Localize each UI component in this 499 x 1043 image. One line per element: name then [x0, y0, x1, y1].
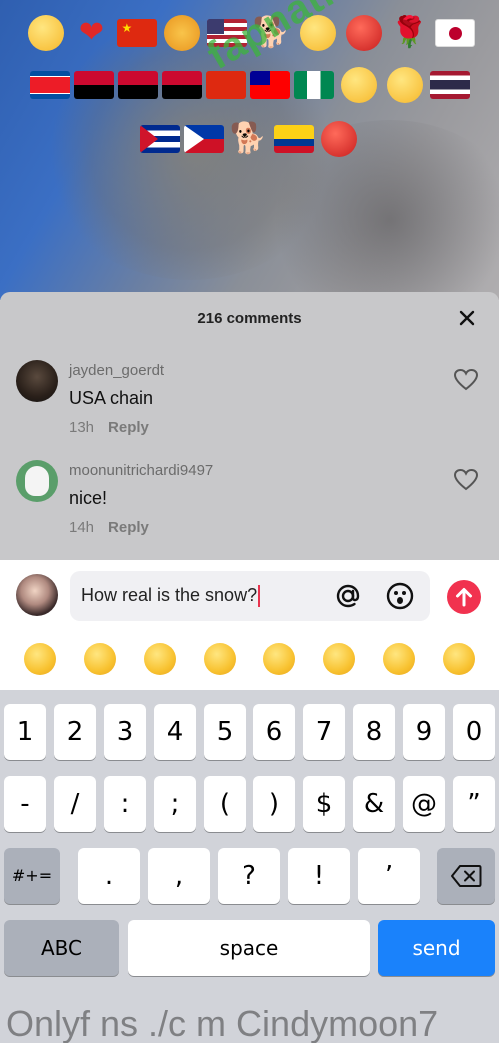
- emoji-overlay-row-3: 🐕: [0, 118, 499, 160]
- key-colon[interactable]: :: [104, 776, 146, 832]
- key-send[interactable]: send: [378, 920, 495, 976]
- flag-cuba-icon: [139, 125, 180, 153]
- smile-icon[interactable]: [385, 581, 415, 611]
- key-period[interactable]: .: [78, 848, 140, 904]
- comment-meta: 13h Reply: [69, 419, 149, 436]
- key-8[interactable]: 8: [353, 704, 395, 760]
- flag-angola-icon: [117, 71, 158, 99]
- reply-button[interactable]: Reply: [108, 419, 149, 436]
- smiling-face-hearts-icon[interactable]: [83, 643, 116, 675]
- comments-count-title: 216 comments: [197, 310, 302, 327]
- key-4[interactable]: 4: [154, 704, 196, 760]
- key-6[interactable]: 6: [253, 704, 295, 760]
- key-1[interactable]: 1: [4, 704, 46, 760]
- key-7[interactable]: 7: [303, 704, 345, 760]
- heart-icon[interactable]: [453, 468, 479, 492]
- quick-emoji-row: [0, 628, 499, 690]
- send-comment-button[interactable]: [447, 580, 481, 614]
- comment-time: 14h: [69, 519, 95, 536]
- key-2[interactable]: 2: [54, 704, 96, 760]
- flag-japan-icon: [434, 19, 475, 47]
- key-exclamation[interactable]: !: [288, 848, 350, 904]
- key-open-paren[interactable]: (: [204, 776, 246, 832]
- footer-watermark: Onlyf ns ./c m Cindymoon7: [6, 1003, 439, 1043]
- close-icon[interactable]: [457, 308, 477, 328]
- key-space[interactable]: space: [128, 920, 370, 976]
- comment-item: moonunitrichardi9497 nice! 14h Reply: [0, 456, 499, 546]
- flag-taiwan-icon: [249, 71, 290, 99]
- comment-input-text[interactable]: How real is the snow?: [81, 585, 261, 608]
- comment-item: jayden_goerdt USA chain 13h Reply: [0, 356, 499, 446]
- text-caret: [258, 585, 261, 608]
- key-ampersand[interactable]: &: [353, 776, 395, 832]
- key-at[interactable]: @: [403, 776, 445, 832]
- comments-sheet: 216 comments jayden_goerdt USA chain 13h…: [0, 292, 499, 560]
- flag-nigeria-icon: [293, 71, 334, 99]
- key-slash[interactable]: /: [54, 776, 96, 832]
- avatar[interactable]: [16, 460, 58, 502]
- red-heart-icon: ❤: [78, 15, 105, 50]
- key-apostrophe[interactable]: ’: [358, 848, 420, 904]
- comment-time: 13h: [69, 419, 95, 436]
- grinning-face-icon[interactable]: [23, 643, 56, 675]
- red-apple-icon: [320, 121, 357, 157]
- rofl-face-icon: [386, 67, 423, 103]
- flag-philippines-icon: [183, 125, 224, 153]
- key-abc[interactable]: ABC: [4, 920, 119, 976]
- key-comma[interactable]: ,: [148, 848, 210, 904]
- key-dollar[interactable]: $: [303, 776, 345, 832]
- reply-button[interactable]: Reply: [108, 519, 149, 536]
- relieved-face-icon[interactable]: [443, 643, 476, 675]
- pleading-face-icon: [340, 67, 377, 103]
- pleading-face-icon[interactable]: [383, 643, 416, 675]
- key-hyphen[interactable]: -: [4, 776, 46, 832]
- flushed-face-icon[interactable]: [203, 643, 236, 675]
- comment-meta: 14h Reply: [69, 519, 149, 536]
- red-apple-icon: [345, 15, 382, 51]
- backspace-icon: [451, 865, 482, 887]
- comment-text: USA chain: [69, 388, 154, 408]
- comment-composer: How real is the snow?: [0, 560, 499, 628]
- tears-of-joy-icon[interactable]: [143, 643, 176, 675]
- comment-text: nice!: [69, 488, 108, 508]
- key-close-paren[interactable]: ): [253, 776, 295, 832]
- heart-icon[interactable]: [453, 368, 479, 392]
- smiling-face-hearts-icon: [27, 15, 64, 51]
- comment-input[interactable]: How real is the snow?: [70, 571, 430, 621]
- emoji-overlay-row-2: [0, 64, 499, 106]
- flag-colombia-icon: [273, 125, 314, 153]
- flag-angola-icon: [161, 71, 202, 99]
- key-0[interactable]: 0: [453, 704, 495, 760]
- dog-icon: 🐕: [229, 121, 268, 156]
- key-quote[interactable]: ”: [453, 776, 495, 832]
- sweat-smile-icon[interactable]: [323, 643, 356, 675]
- avatar[interactable]: [16, 360, 58, 402]
- key-more-symbols[interactable]: #+=: [4, 848, 60, 904]
- tiger-face-icon: [163, 15, 200, 51]
- key-semicolon[interactable]: ;: [154, 776, 196, 832]
- arrow-up-icon: [456, 588, 472, 607]
- flag-thailand-icon: [429, 71, 470, 99]
- comment-username[interactable]: jayden_goerdt: [69, 362, 164, 379]
- flag-north-korea-icon: [29, 71, 70, 99]
- key-question[interactable]: ?: [218, 848, 280, 904]
- rose-icon: 🌹: [390, 15, 429, 50]
- flag-china-icon: ★: [116, 19, 157, 47]
- at-icon[interactable]: [333, 581, 363, 611]
- keyboard: 1 2 3 4 5 6 7 8 9 0 - / : ; ( ) $ & @ ” …: [0, 690, 499, 1043]
- flag-angola-icon: [73, 71, 114, 99]
- key-3[interactable]: 3: [104, 704, 146, 760]
- avatar[interactable]: [16, 574, 58, 616]
- key-5[interactable]: 5: [204, 704, 246, 760]
- key-9[interactable]: 9: [403, 704, 445, 760]
- smirking-face-icon[interactable]: [263, 643, 296, 675]
- comment-username[interactable]: moonunitrichardi9497: [69, 462, 213, 479]
- backspace-key[interactable]: [437, 848, 495, 904]
